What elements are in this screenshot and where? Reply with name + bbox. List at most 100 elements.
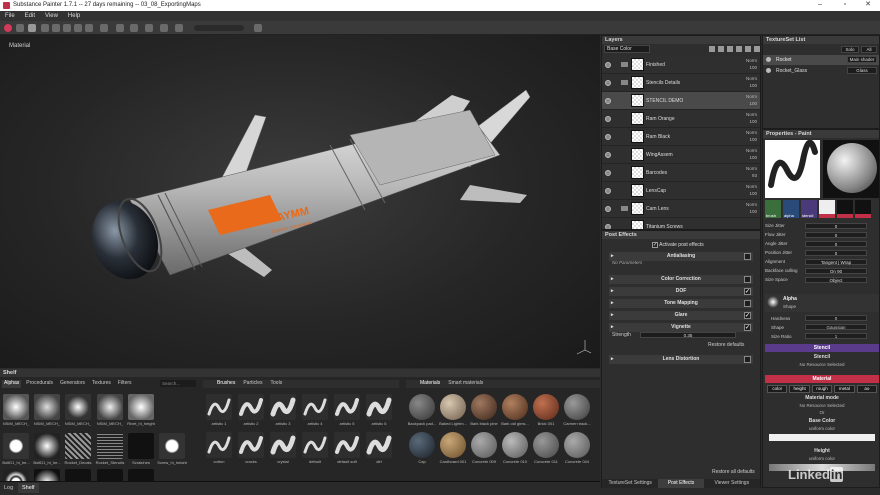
tab-textureset-settings[interactable]: TextureSet Settings [602, 479, 658, 488]
restore-defaults-button[interactable]: Restore defaults [708, 342, 744, 348]
brush-tile[interactable] [238, 394, 264, 420]
section-checkbox[interactable]: ✓ [744, 312, 751, 319]
material-ball[interactable] [502, 394, 528, 420]
layout-icon[interactable] [145, 24, 153, 32]
shader-dropdown[interactable]: Main shader [847, 56, 877, 63]
brush-tile[interactable] [302, 432, 328, 458]
layer-row[interactable]: STENCIL DEMO Norm 100 [602, 92, 760, 110]
add-mask-icon[interactable] [727, 46, 733, 52]
material-header[interactable]: Material [765, 375, 879, 383]
brush-tile[interactable] [206, 394, 232, 420]
display-icon[interactable] [175, 24, 183, 32]
expand-arrow-icon[interactable]: ▸ [611, 299, 614, 308]
strength-field[interactable]: 0.35 [640, 332, 736, 338]
post-effect-section[interactable]: ▸ Color Correction [609, 275, 753, 284]
brush-tile[interactable] [366, 394, 392, 420]
layer-blend[interactable]: Norm 100 [746, 111, 757, 125]
restore-all-defaults-button[interactable]: Restore all defaults [712, 469, 755, 475]
project-icon[interactable] [4, 24, 12, 32]
expand-arrow-icon[interactable]: ▸ [611, 275, 614, 284]
layer-row[interactable]: WingAssem Norm 100 [602, 146, 760, 164]
property-field[interactable]: 0 [805, 232, 867, 238]
activate-post-effects-checkbox[interactable]: ✓ Activate post effects [652, 241, 752, 249]
brush-tile[interactable] [238, 432, 264, 458]
smudge-icon[interactable] [74, 24, 82, 32]
visibility-icon[interactable] [766, 57, 771, 62]
tab-smart-materials[interactable]: Smart materials [448, 380, 483, 388]
visibility-icon[interactable] [605, 80, 611, 86]
visibility-icon[interactable] [605, 152, 611, 158]
picker-icon[interactable] [100, 24, 108, 32]
textureset-row[interactable]: Rocket_Glass Glass [763, 66, 879, 76]
layer-row[interactable]: Ram Orange Norm 100 [602, 110, 760, 128]
alpha-tile[interactable] [65, 433, 91, 459]
hardness-field[interactable]: 0 [805, 315, 867, 321]
section-checkbox[interactable] [744, 300, 751, 307]
material-channel-chip[interactable]: metal [834, 385, 855, 393]
height-thumb[interactable] [837, 200, 853, 218]
tab-post-effects[interactable]: Post Effects [658, 479, 704, 488]
section-checkbox[interactable]: ✓ [744, 324, 751, 331]
layer-blend[interactable]: Norm 100 [746, 93, 757, 107]
layer-blend[interactable]: Norm 100 [746, 183, 757, 197]
maximize-button[interactable]: ▫ [835, 0, 855, 11]
material-channel-chip[interactable]: color [767, 385, 788, 393]
layer-row[interactable]: Stencils Details Norm 100 [602, 74, 760, 92]
visibility-icon[interactable] [605, 224, 611, 229]
textureset-row[interactable]: Rocket Main shader [763, 55, 879, 65]
material-channel-chip[interactable]: ao [856, 385, 878, 393]
post-effect-section[interactable]: ▸ DOF ✓ [609, 287, 753, 296]
brush-tile[interactable] [334, 394, 360, 420]
material-ball[interactable] [409, 432, 435, 458]
color-thumb[interactable] [819, 200, 835, 218]
tab-materials[interactable]: Materials [420, 380, 440, 388]
property-field[interactable]: 0 [805, 250, 867, 256]
clone-icon[interactable] [85, 24, 93, 32]
expand-arrow-icon[interactable]: ▸ [611, 311, 614, 320]
alpha-tile[interactable] [159, 433, 185, 459]
rough-thumb[interactable] [855, 200, 871, 218]
material-ball[interactable] [471, 432, 497, 458]
property-field[interactable]: Object [805, 277, 867, 283]
render-icon[interactable] [254, 24, 262, 32]
layer-row[interactable]: Cam Lens Norm 100 [602, 200, 760, 218]
alpha-thumb[interactable]: alpha [783, 200, 799, 218]
stencil-thumb[interactable]: stencil [801, 200, 817, 218]
layer-row[interactable]: LensCap Norm 100 [602, 182, 760, 200]
layer-blend[interactable]: Norm 100 [746, 147, 757, 161]
material-channel-chip[interactable]: height [789, 385, 810, 393]
property-field[interactable]: On 90 [805, 268, 867, 274]
section-checkbox[interactable] [744, 253, 751, 260]
shelf-tab[interactable]: Textures [90, 380, 113, 388]
layer-row[interactable]: Finished Norm 100 [602, 56, 760, 74]
geometry-fill-icon[interactable] [63, 24, 71, 32]
shelf-tab[interactable]: Procedurals [24, 380, 55, 388]
brush-tile[interactable] [270, 394, 296, 420]
shelf-tab[interactable]: Filters [116, 380, 134, 388]
shader-dropdown[interactable]: Glass [847, 67, 877, 74]
grid-icon[interactable] [160, 24, 168, 32]
brush-tile[interactable] [334, 432, 360, 458]
alpha-tile[interactable] [3, 394, 29, 420]
channel-dropdown[interactable]: Base Color [604, 45, 650, 53]
shelf-tab[interactable]: Generators [58, 380, 87, 388]
tab-brushes[interactable]: Brushes [217, 380, 235, 388]
layer-blend[interactable]: Norm 93 [746, 165, 757, 179]
layer-blend[interactable]: Norm 100 [746, 57, 757, 71]
menu-help[interactable]: Help [68, 11, 80, 21]
section-checkbox[interactable] [744, 276, 751, 283]
tab-shelf[interactable]: Shelf [18, 483, 39, 493]
alpha-thumb-icon[interactable] [767, 296, 779, 308]
size-ratio-field[interactable]: 1 [805, 333, 867, 339]
property-field[interactable]: 0 [805, 241, 867, 247]
layer-row[interactable]: Ram Black Norm 100 [602, 128, 760, 146]
property-field[interactable]: 0 [805, 223, 867, 229]
visibility-icon[interactable] [605, 62, 611, 68]
alpha-tile[interactable] [97, 433, 123, 459]
close-button[interactable]: ✕ [858, 0, 878, 11]
expand-arrow-icon[interactable]: ▸ [611, 323, 614, 332]
visibility-icon[interactable] [605, 134, 611, 140]
material-ball[interactable] [564, 394, 590, 420]
base-color-swatch[interactable] [769, 434, 875, 441]
shelf-tab[interactable]: Alphas [2, 380, 22, 388]
